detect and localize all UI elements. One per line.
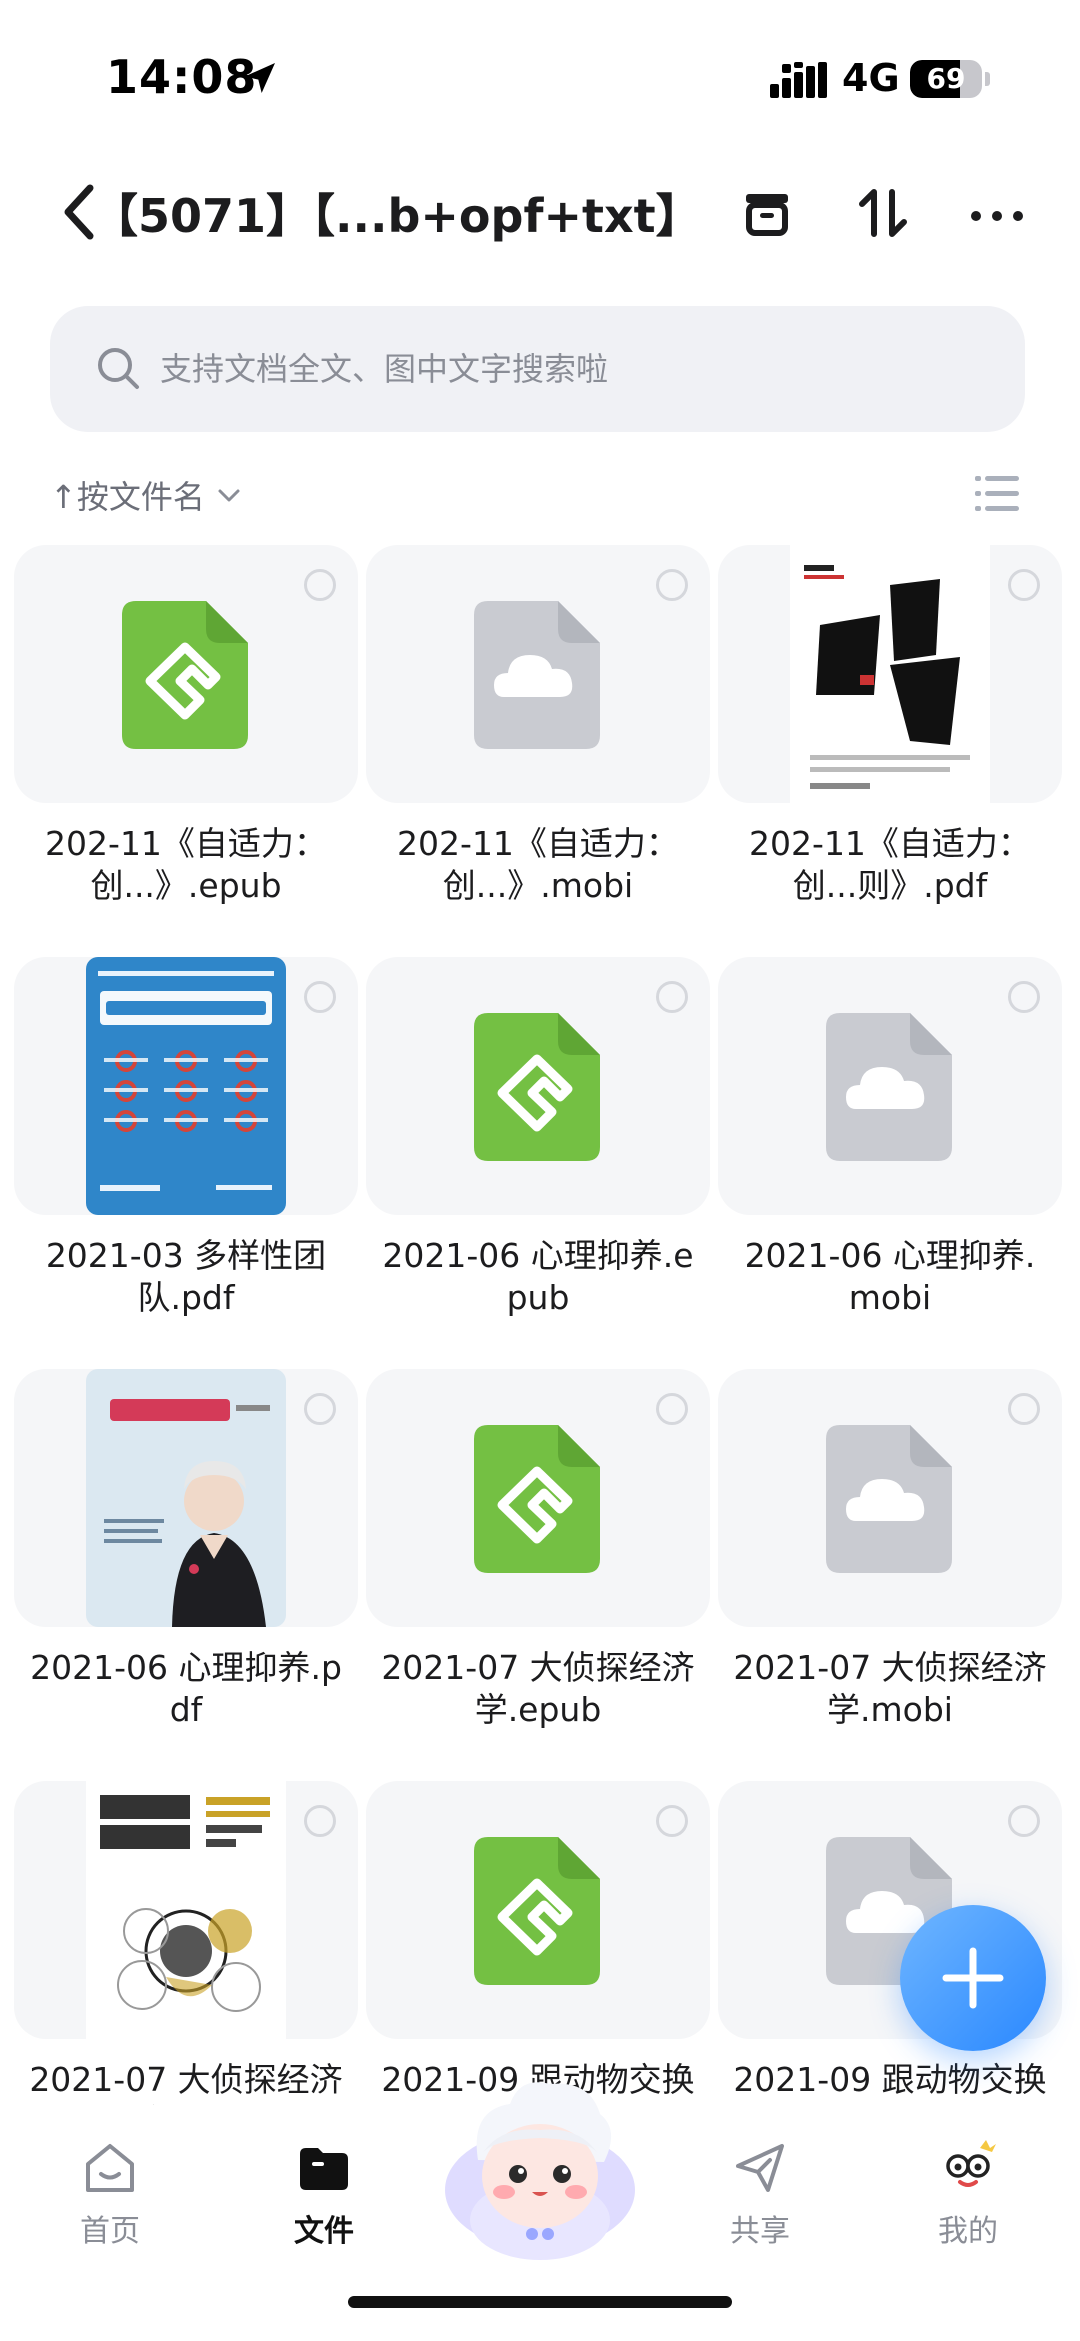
file-card[interactable]: 2021-06 心理抑养.pdf [14,1369,358,1731]
status-bar: 14:08 4G 69 [0,0,1080,150]
file-card[interactable]: 2021-03 多样性团队.pdf [14,957,358,1319]
file-thumbnail[interactable] [366,1781,710,2039]
select-radio[interactable] [656,1805,688,1837]
file-name: 202-11《自适力：创...则》.pdf [749,824,1031,905]
file-thumbnail[interactable] [366,1369,710,1627]
file-name: 2021-06 心理抑养.epub [382,1236,694,1317]
select-radio[interactable] [1008,981,1040,1013]
more-button[interactable] [962,178,1032,248]
folder-icon [300,2148,348,2190]
cloud-file-icon [826,1425,952,1573]
file-thumbnail[interactable] [366,545,710,803]
folder-title: 【5071】【...b+opf+txt】 [92,189,702,243]
file-name: 2021-07 大侦探经济学.epub [381,1648,695,1729]
select-radio[interactable] [1008,569,1040,601]
file-card[interactable]: 2021-07 大侦探经济学.mobi [718,1369,1062,1731]
home-icon [86,2144,134,2192]
book-cover-duoyang [86,957,286,1215]
cellular-signal-icon [770,62,827,98]
file-thumbnail[interactable] [14,1781,358,2039]
tab-label: 共享 [730,2214,790,2249]
file-thumbnail[interactable] [14,1369,358,1627]
file-card[interactable]: 202-11《自适力：创...》.mobi [366,545,710,907]
book-cover-xinli [86,1369,286,1627]
file-grid: 202-11《自适力：创...》.epub 202-11《自适力：创...》.mo… [14,545,1066,2105]
file-name: 2021-09 跟动物交换身体.mobi [733,2060,1047,2105]
file-card[interactable]: 2021-07 大侦探经济学.epub [366,1369,710,1731]
book-cover-dazhen [86,1781,286,2039]
search-bar[interactable] [50,306,1025,432]
tab-label: 首页 [80,2214,140,2249]
plus-icon [942,1947,1004,2009]
file-card[interactable]: 2021-07 大侦探经济学.pdf [14,1781,358,2105]
file-card[interactable]: 2021-06 心理抑养.epub [366,957,710,1319]
file-card[interactable]: 202-11《自适力：创...》.epub [14,545,358,907]
more-dots-icon [971,211,1023,221]
file-name: 2021-03 多样性团队.pdf [45,1236,327,1317]
file-thumbnail[interactable] [718,957,1062,1215]
epub-file-icon [474,1425,600,1573]
list-view-icon[interactable] [975,474,1019,514]
file-thumbnail[interactable] [14,957,358,1215]
file-name: 202-11《自适力：创...》.epub [45,824,327,905]
file-thumbnail[interactable] [366,957,710,1215]
file-name: 2021-07 大侦探经济学.pdf [29,2060,343,2105]
tab-label: 文件 [294,2214,354,2249]
assistant-mascot-button[interactable] [440,2070,640,2270]
file-thumbnail[interactable] [718,1369,1062,1627]
epub-file-icon [474,1013,600,1161]
mascot-icon [445,2082,635,2260]
select-radio[interactable] [304,981,336,1013]
file-card[interactable]: 2021-06 心理抑养.mobi [718,957,1062,1319]
select-radio[interactable] [656,569,688,601]
cloud-file-icon [474,601,600,749]
location-arrow-icon [245,63,275,93]
sort-arrows-icon [859,189,907,237]
header: 【5071】【...b+opf+txt】 [0,160,1080,270]
file-thumbnail[interactable] [14,545,358,803]
select-radio[interactable] [304,569,336,601]
battery-tip [985,72,990,86]
tab-profile[interactable]: 我的 [888,2124,1048,2264]
file-name: 2021-06 心理抑养.mobi [744,1236,1036,1317]
file-card[interactable]: 2021-09 跟动物交换身体.epub [366,1781,710,2105]
chevron-down-icon [218,489,240,502]
file-name: 2021-06 心理抑养.pdf [30,1648,342,1729]
archive-box-icon [746,194,788,236]
home-indicator [348,2296,732,2308]
tab-label: 我的 [938,2214,998,2249]
archive-button[interactable] [732,178,802,248]
add-file-button[interactable] [900,1905,1046,2051]
cloud-file-icon [826,1013,952,1161]
tab-share[interactable]: 共享 [680,2124,840,2264]
status-time: 14:08 [106,50,258,104]
search-input[interactable] [160,306,980,432]
select-radio[interactable] [304,1393,336,1425]
file-name: 202-11《自适力：创...》.mobi [397,824,679,905]
file-name: 2021-07 大侦探经济学.mobi [733,1648,1047,1729]
tab-files[interactable]: 文件 [244,2124,404,2264]
profile-icon [946,2140,996,2187]
book-cover-zishili [790,545,990,803]
sort-selector[interactable]: ↑按文件名 [50,470,243,520]
file-thumbnail[interactable] [718,545,1062,803]
battery-level: 69 [926,62,966,95]
epub-file-icon [474,1837,600,1985]
sort-label: ↑按文件名 [50,478,205,516]
select-radio[interactable] [656,981,688,1013]
select-radio[interactable] [304,1805,336,1837]
epub-file-icon [122,601,248,749]
battery-icon: 69 [910,60,982,98]
select-radio[interactable] [1008,1805,1040,1837]
select-radio[interactable] [1008,1393,1040,1425]
network-type: 4G [842,56,900,100]
tab-home[interactable]: 首页 [30,2124,190,2264]
search-icon [98,348,139,389]
share-icon [736,2144,784,2192]
sort-order-button[interactable] [848,178,918,248]
select-radio[interactable] [656,1393,688,1425]
file-card[interactable]: 202-11《自适力：创...则》.pdf [718,545,1062,907]
